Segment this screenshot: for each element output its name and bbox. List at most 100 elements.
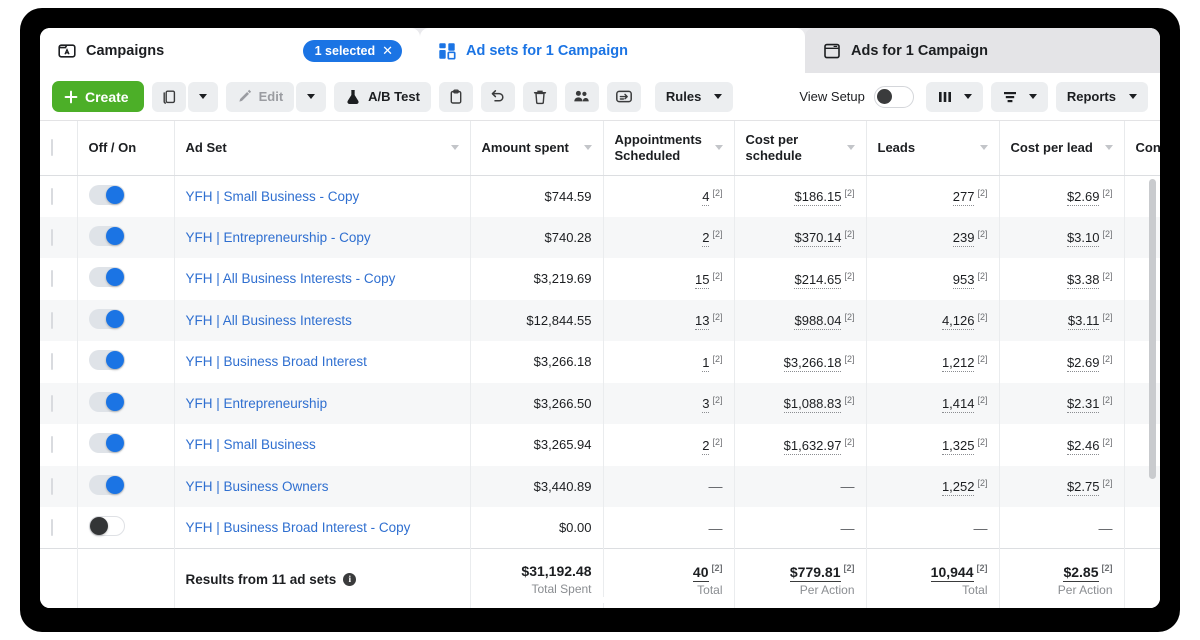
audience-button[interactable] [564,81,599,112]
edit-button[interactable]: Edit [225,81,295,112]
appointments-scheduled-cell-value[interactable]: 2 [702,230,710,248]
rules-button[interactable]: Rules [654,81,734,112]
table-row[interactable]: YFH | Entrepreneurship - Copy $740.28 2 [2]… [40,216,1160,258]
ad-set-on-off-toggle[interactable] [88,474,125,495]
cost-per-lead-cell-value[interactable]: $3.38 [1066,271,1100,289]
header-select-all[interactable] [40,121,78,176]
appointments-scheduled-cell-value[interactable]: 13 [695,313,710,331]
sort-caret-icon[interactable] [846,145,855,151]
cost-per-schedule-cell-value[interactable]: $186.15 [794,189,842,207]
appointments-scheduled-cell-value[interactable]: 3 [702,396,710,414]
row-checkbox[interactable] [51,187,53,205]
leads-cell-value[interactable]: 4,126 [941,313,975,331]
cost-per-lead-cell-value[interactable]: $3.11 [1067,313,1100,331]
cost-per-lead-cell-value[interactable]: $2.46 [1066,437,1100,455]
appointments-scheduled-cell-value[interactable]: 1 [702,354,710,372]
ad-set-link[interactable]: YFH | Small Business - Copy [186,189,360,204]
row-select-cell[interactable] [40,175,78,217]
leads-cell-value[interactable]: 1,414 [941,396,975,414]
cost-per-lead-cell-value[interactable]: $2.69 [1066,354,1100,372]
row-select-cell[interactable] [40,382,78,424]
row-select-cell[interactable] [40,258,78,300]
tab-ad-sets[interactable]: Ad sets for 1 Campaign [420,28,805,73]
cost-per-schedule-cell-value[interactable]: $1,088.83 [783,396,842,414]
tab-campaigns[interactable]: Campaigns 1 selected ✕ [40,28,420,73]
table-row[interactable]: YFH | Business Broad Interest $3,266.18 1[… [40,341,1160,383]
duplicate-button[interactable] [151,81,186,112]
ad-set-on-off-toggle[interactable] [88,391,125,412]
header-contacts[interactable]: Contacts [1124,121,1160,176]
select-all-checkbox[interactable] [51,139,53,157]
row-select-cell[interactable] [40,299,78,341]
table-row[interactable]: YFH | Small Business - Copy $744.59 4 [2] $1… [40,175,1160,217]
cost-per-lead-cell-value[interactable]: $2.75 [1066,479,1100,497]
header-cost-per-schedule[interactable]: Cost per schedule [734,121,867,176]
export-button[interactable] [606,81,641,112]
ad-set-on-off-toggle[interactable] [88,308,125,329]
ad-set-on-off-toggle[interactable] [88,516,125,536]
tab-ads[interactable]: Ads for 1 Campaign [805,28,1160,73]
row-checkbox[interactable] [51,436,53,454]
header-leads[interactable]: Leads [866,121,1000,176]
cost-per-schedule-cell-value[interactable]: $988.04 [794,313,842,331]
ad-set-link[interactable]: YFH | Business Broad Interest - Copy [186,520,411,535]
view-setup-toggle[interactable] [873,85,914,108]
ad-set-link[interactable]: YFH | All Business Interests - Copy [186,271,396,286]
close-icon[interactable]: ✕ [382,44,393,57]
sort-caret-icon[interactable] [450,145,459,151]
header-cost-per-lead[interactable]: Cost per lead [999,121,1125,176]
summary-appointments-value[interactable]: 40 [692,563,709,582]
clipboard-button[interactable] [438,81,473,112]
leads-cell-value[interactable]: 1,252 [941,479,975,497]
ad-set-link[interactable]: YFH | Small Business [186,437,316,452]
ad-set-link[interactable]: YFH | Entrepreneurship - Copy [186,230,371,245]
cost-per-schedule-cell-value[interactable]: $214.65 [794,271,842,289]
header-ad-set[interactable]: Ad Set [174,121,471,176]
leads-cell-value[interactable]: 1,212 [941,354,975,372]
cost-per-schedule-cell-value[interactable]: $370.14 [794,230,842,248]
row-select-cell[interactable] [40,341,78,383]
leads-cell-value[interactable]: 953 [952,271,975,289]
leads-cell-value[interactable]: 1,325 [941,437,975,455]
ad-set-link[interactable]: YFH | All Business Interests [186,313,352,328]
breakdown-button[interactable] [990,81,1048,112]
table-row[interactable]: YFH | Business Broad Interest - Copy $0.0… [40,507,1160,549]
ad-set-on-off-toggle[interactable] [88,225,125,246]
cost-per-schedule-cell-value[interactable]: $3,266.18 [783,354,842,372]
cost-per-lead-cell-value[interactable]: $2.31 [1066,396,1100,414]
row-checkbox[interactable] [51,519,53,536]
vertical-scrollbar[interactable] [1149,179,1156,479]
row-checkbox[interactable] [51,394,53,412]
summary-cost-per-schedule-value[interactable]: $779.81 [789,563,841,582]
row-select-cell[interactable] [40,465,78,507]
view-setup-control[interactable]: View Setup [799,85,914,108]
delete-button[interactable] [522,81,557,112]
table-row[interactable]: YFH | Small Business $3,265.94 2 [2] $1,632.… [40,424,1160,466]
ad-set-link[interactable]: YFH | Entrepreneurship [186,396,328,411]
undo-button[interactable] [480,81,515,112]
ad-set-on-off-toggle[interactable] [88,350,125,371]
ad-set-link[interactable]: YFH | Business Owners [186,479,329,494]
row-checkbox[interactable] [51,228,53,246]
row-checkbox[interactable] [51,270,53,288]
row-select-cell[interactable] [40,424,78,466]
leads-cell-value[interactable]: 239 [952,230,975,248]
table-row[interactable]: YFH | Entrepreneurship $3,266.50 3 [2] $1,08… [40,382,1160,424]
row-checkbox[interactable] [51,353,53,371]
create-button[interactable]: Create [52,81,144,112]
row-checkbox[interactable] [51,311,53,329]
ad-set-link[interactable]: YFH | Business Broad Interest [186,354,367,369]
appointments-scheduled-cell-value[interactable]: 4 [702,189,710,207]
ad-set-on-off-toggle[interactable] [88,433,125,454]
sort-caret-icon[interactable] [979,145,988,151]
cost-per-lead-cell-value[interactable]: $2.69 [1066,189,1100,207]
row-select-cell[interactable] [40,507,78,549]
duplicate-dropdown-button[interactable] [187,81,218,112]
ad-set-on-off-toggle[interactable] [88,267,125,288]
sort-caret-icon[interactable] [714,145,723,151]
ad-set-on-off-toggle[interactable] [88,184,125,205]
header-amount-spent[interactable]: Amount spent [470,121,604,176]
appointments-scheduled-cell-value[interactable]: 2 [702,437,710,455]
selected-badge[interactable]: 1 selected ✕ [302,39,402,62]
table-row[interactable]: YFH | All Business Interests $12,844.55 13… [40,299,1160,341]
